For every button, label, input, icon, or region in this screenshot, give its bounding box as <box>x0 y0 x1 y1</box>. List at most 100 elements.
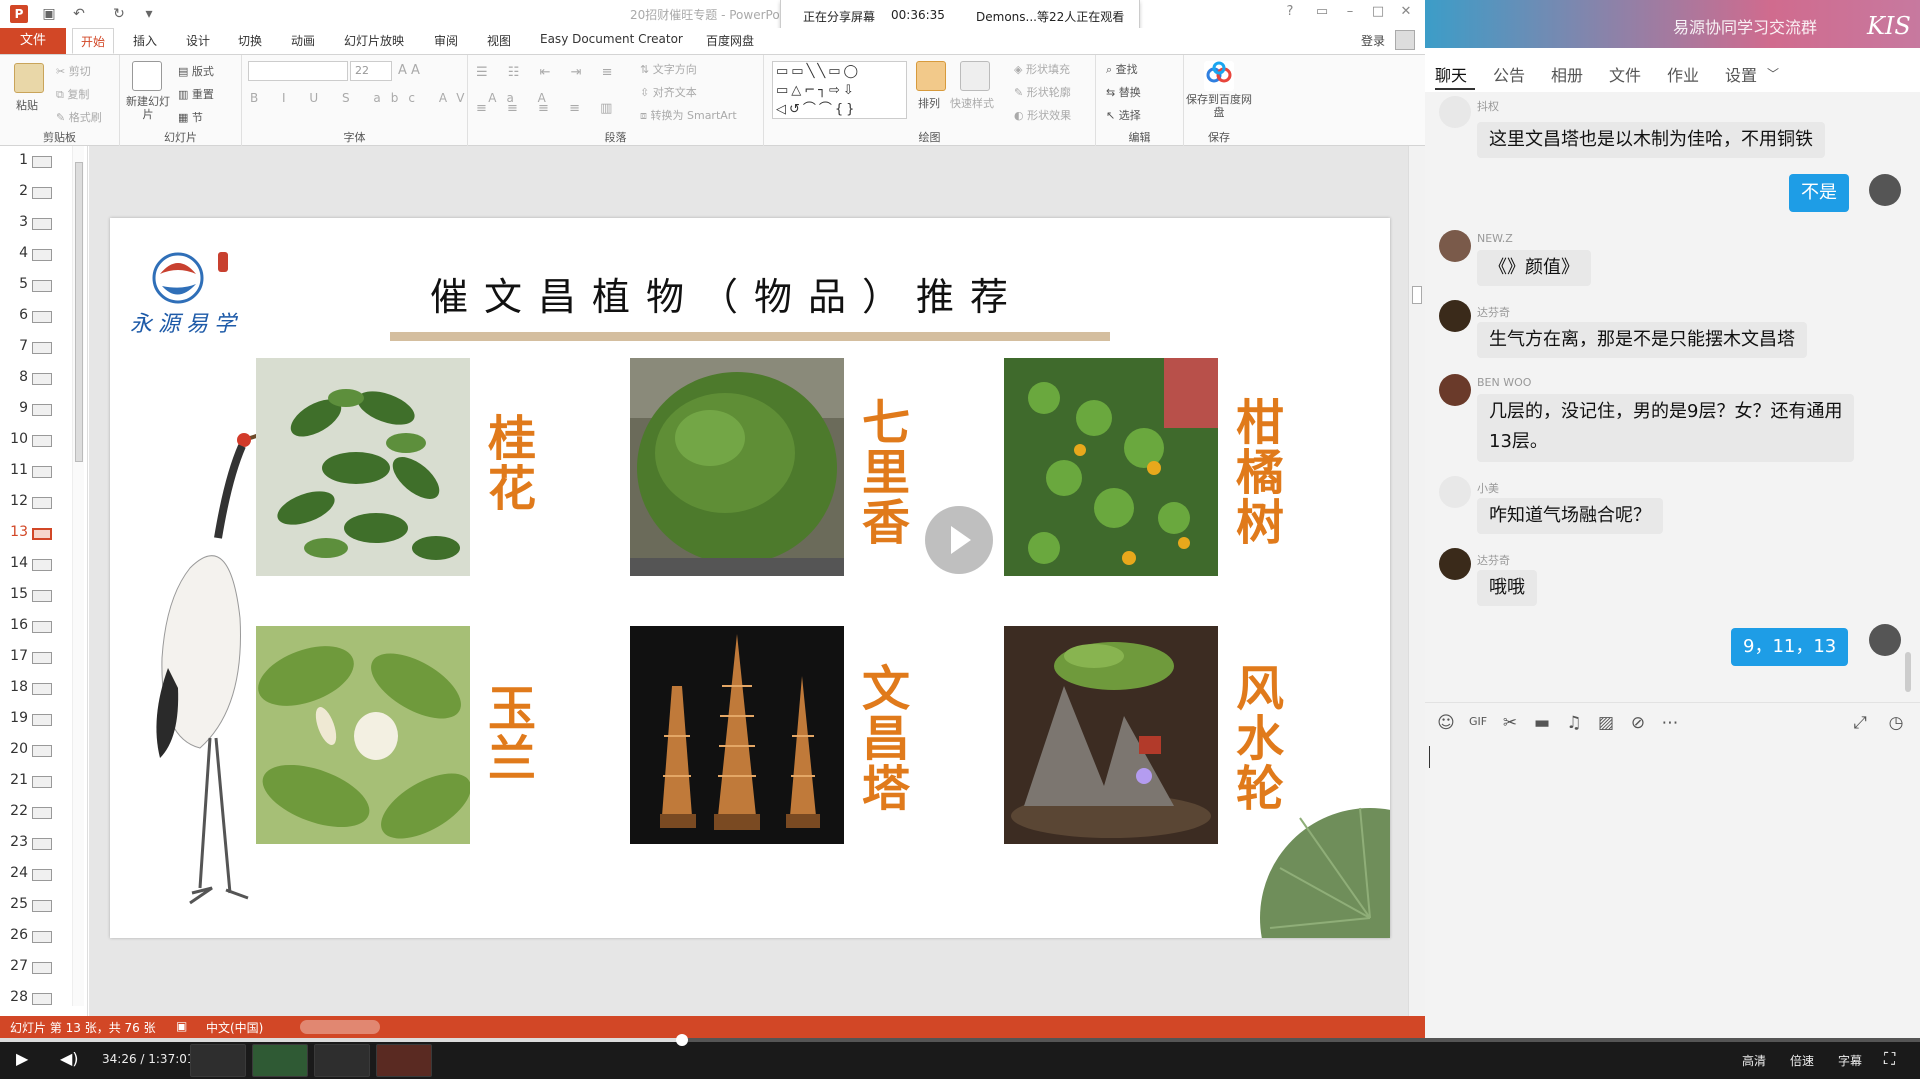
find-button[interactable]: ⌕ 查找 <box>1106 61 1138 77</box>
grow-font-icon[interactable]: A A <box>398 63 420 78</box>
cut-button[interactable]: ✂ 剪切 <box>56 63 91 79</box>
save-icon[interactable]: ▣ <box>40 5 58 23</box>
image-icon[interactable]: ▨ <box>1595 713 1617 733</box>
customize-quick-access-icon[interactable]: ▾ <box>140 5 158 23</box>
slide-thumbnail[interactable]: 10 <box>0 425 62 456</box>
close-icon[interactable]: ✕ <box>1396 4 1416 19</box>
self-message-bubble[interactable]: 不是 <box>1789 174 1849 212</box>
bell-mute-icon[interactable]: ⊘ <box>1627 713 1649 733</box>
tab-chat[interactable]: 聊天 <box>1435 62 1467 86</box>
slide-thumbnail[interactable]: 25 <box>0 890 62 921</box>
slide-thumbnail[interactable]: 7 <box>0 332 62 363</box>
thumbnails-scrollbar[interactable] <box>72 146 84 1006</box>
shape-effects-button[interactable]: ◐ 形状效果 <box>1014 107 1071 123</box>
font-name-box[interactable] <box>248 61 348 81</box>
shape-outline-button[interactable]: ✎ 形状轮廓 <box>1014 84 1071 100</box>
slide-thumbnail[interactable]: 6 <box>0 301 62 332</box>
paste-icon[interactable] <box>14 63 44 93</box>
slide-thumbnail[interactable]: 15 <box>0 580 62 611</box>
message-input[interactable] <box>1425 742 1920 1038</box>
arrange-icon[interactable] <box>916 61 946 91</box>
slide-thumbnail[interactable]: 18 <box>0 673 62 704</box>
self-avatar[interactable] <box>1869 624 1901 656</box>
tab-easy-document-creator[interactable]: Easy Document Creator <box>540 32 683 46</box>
taskbar-thumb-3[interactable] <box>314 1044 370 1077</box>
shapes-gallery[interactable]: ▭▭╲╲▭◯ ▭△⌐┐⇨⇩ ◁↺⌒⌒{} <box>772 61 907 119</box>
progress-track[interactable] <box>0 1034 1920 1046</box>
tab-design[interactable]: 设计 <box>186 32 210 49</box>
slide-thumbnail[interactable]: 26 <box>0 921 62 952</box>
avatar[interactable] <box>1439 476 1471 508</box>
avatar[interactable] <box>1439 96 1471 128</box>
arrange-button[interactable]: 排列 <box>918 95 940 111</box>
editor-scrollbar[interactable] <box>1408 146 1425 1016</box>
slide-thumbnail[interactable]: 2 <box>0 177 62 208</box>
slide-thumbnail[interactable]: 1 <box>0 146 62 177</box>
tab-baidu-netdisk[interactable]: 百度网盘 <box>706 32 754 49</box>
self-avatar[interactable] <box>1869 174 1901 206</box>
play-icon[interactable]: ▶ <box>16 1049 28 1068</box>
quick-styles-button[interactable]: 快速样式 <box>950 95 994 111</box>
list-icons[interactable]: ☰ ☷ ⇤ ⇥ ≡ <box>476 65 621 80</box>
replace-button[interactable]: ⇆ 替换 <box>1106 84 1141 100</box>
slide-thumbnail[interactable]: 4 <box>0 239 62 270</box>
progress-handle[interactable] <box>675 1034 688 1046</box>
expand-icon[interactable]: ⤢ <box>1849 713 1871 733</box>
tab-insert[interactable]: 插入 <box>133 32 157 49</box>
volume-icon[interactable]: ◀) <box>60 1049 79 1068</box>
settings-chevron-icon[interactable]: ﹀ <box>1767 65 1779 82</box>
help-icon[interactable]: ? <box>1280 4 1300 19</box>
copy-button[interactable]: ⧉ 复制 <box>56 86 89 102</box>
tab-review[interactable]: 审阅 <box>434 32 458 49</box>
undo-icon[interactable]: ↶ <box>70 5 88 23</box>
tab-slideshow[interactable]: 幻灯片放映 <box>344 32 404 49</box>
slide-thumbnails-pane[interactable]: 1 2 3 4 5 6 7 8 9 10 11 12 13 14 15 16 17 18 19 20 21 22 23 24 2… <box>0 146 88 1016</box>
convert-smartart-button[interactable]: ⧈ 转换为 SmartArt <box>640 107 737 123</box>
slide-thumbnail[interactable]: 12 <box>0 487 62 518</box>
save-to-baidu-button[interactable]: 保存到百度网盘 <box>1186 93 1252 119</box>
slide-thumbnail[interactable]: 24 <box>0 859 62 890</box>
thumbnails-scroll-thumb[interactable] <box>75 162 83 462</box>
slide-thumbnail[interactable]: 20 <box>0 735 62 766</box>
message-bubble[interactable]: 咋知道气场融合呢？ <box>1477 498 1663 534</box>
message-bubble[interactable]: 《》颜值》 <box>1477 250 1591 286</box>
fullscreen-icon[interactable]: ⛶ <box>1884 1049 1895 1069</box>
folder-icon[interactable]: ▬ <box>1531 713 1553 733</box>
new-slide-icon[interactable] <box>132 61 162 91</box>
taskbar-thumb-2[interactable] <box>252 1044 308 1077</box>
ribbon-display-icon[interactable]: ▭ <box>1312 4 1332 19</box>
account-avatar[interactable] <box>1395 30 1415 50</box>
avatar[interactable] <box>1439 300 1471 332</box>
history-clock-icon[interactable]: ◷ <box>1885 713 1907 733</box>
tab-home[interactable]: 开始 <box>72 28 115 54</box>
tab-view[interactable]: 视图 <box>487 32 511 49</box>
login-link[interactable]: 登录 <box>1361 32 1385 49</box>
taskbar-thumb-4[interactable] <box>376 1044 432 1077</box>
message-bubble[interactable]: 哦哦 <box>1477 570 1537 606</box>
minimize-icon[interactable]: – <box>1340 4 1360 19</box>
notes-icon[interactable]: ▣ <box>176 1019 187 1033</box>
slide-thumbnail[interactable]: 22 <box>0 797 62 828</box>
tab-album[interactable]: 相册 <box>1551 62 1583 86</box>
slide-thumbnail[interactable]: 14 <box>0 549 62 580</box>
self-message-bubble[interactable]: 9，11，13 <box>1731 628 1849 666</box>
redo-icon[interactable]: ↻ <box>110 5 128 23</box>
gif-icon[interactable]: GIF <box>1467 715 1489 728</box>
slide-thumbnail[interactable]: 13 <box>0 518 62 549</box>
tab-transitions[interactable]: 切换 <box>238 32 262 49</box>
tab-homework[interactable]: 作业 <box>1667 62 1699 86</box>
select-button[interactable]: ↖ 选择 <box>1106 107 1141 123</box>
tab-file[interactable]: 文件 <box>0 28 66 54</box>
message-list[interactable]: 抖权 这里文昌塔也是以木制为佳哈，不用铜铁 不是 NEW.Z 《》颜值》 达芬奇… <box>1425 92 1920 702</box>
tab-files[interactable]: 文件 <box>1609 62 1641 86</box>
slide-thumbnail[interactable]: 5 <box>0 270 62 301</box>
reset-button[interactable]: ▥ 重置 <box>178 86 214 102</box>
video-play-button[interactable] <box>925 506 993 574</box>
slide-thumbnail[interactable]: 9 <box>0 394 62 425</box>
text-direction-button[interactable]: ⇅ 文字方向 <box>640 61 697 77</box>
new-slide-button[interactable]: 新建幻灯片 <box>126 95 170 121</box>
shape-fill-button[interactable]: ◈ 形状填充 <box>1014 61 1070 77</box>
slide-thumbnail[interactable]: 23 <box>0 828 62 859</box>
align-text-button[interactable]: ⇳ 对齐文本 <box>640 84 697 100</box>
slide-thumbnail[interactable]: 28 <box>0 983 62 1014</box>
